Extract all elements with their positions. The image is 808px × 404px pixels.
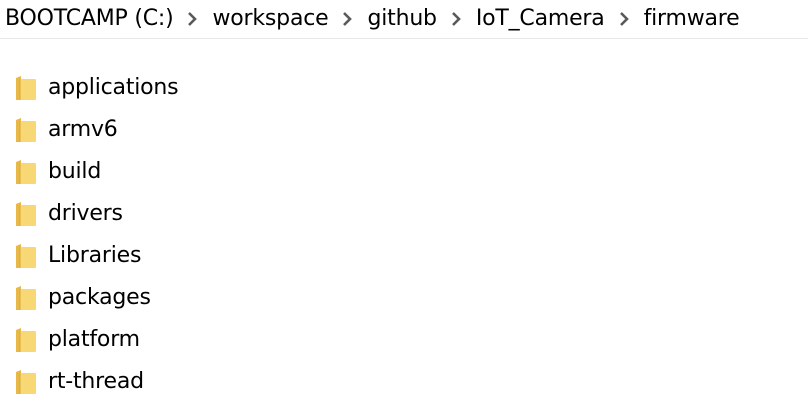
folder-name: Libraries [48, 243, 142, 268]
chevron-right-icon[interactable] [183, 0, 203, 38]
folder-icon [16, 118, 36, 142]
list-item-drivers[interactable]: drivers [0, 193, 808, 235]
list-item-armv6[interactable]: armv6 [0, 109, 808, 151]
chevron-right-icon[interactable] [338, 0, 358, 38]
list-item-platform[interactable]: platform [0, 319, 808, 361]
folder-name: rt-thread [48, 369, 144, 394]
breadcrumb-item-iot-camera[interactable]: IoT_Camera [476, 0, 605, 38]
list-item-packages[interactable]: packages [0, 277, 808, 319]
folder-name: applications [48, 75, 179, 100]
folder-icon [16, 160, 36, 184]
folder-icon [16, 286, 36, 310]
folder-icon [16, 76, 36, 100]
breadcrumb-item-firmware[interactable]: firmware [644, 0, 740, 38]
list-item-build[interactable]: build [0, 151, 808, 193]
folder-name: armv6 [48, 117, 118, 142]
breadcrumb: BOOTCAMP (C:) workspace github IoT_Camer… [0, 0, 808, 38]
folder-list: applications armv6 build drivers Librari… [0, 67, 808, 403]
folder-icon [16, 370, 36, 394]
address-bar-divider [0, 38, 808, 39]
breadcrumb-item-github[interactable]: github [367, 0, 437, 38]
breadcrumb-item-workspace[interactable]: workspace [212, 0, 328, 38]
folder-name: packages [48, 285, 151, 310]
folder-icon [16, 244, 36, 268]
folder-name: platform [48, 327, 140, 352]
chevron-right-icon[interactable] [447, 0, 467, 38]
folder-name: build [48, 159, 102, 184]
breadcrumb-item-drive[interactable]: BOOTCAMP (C:) [5, 0, 174, 38]
list-item-libraries[interactable]: Libraries [0, 235, 808, 277]
folder-icon [16, 202, 36, 226]
chevron-right-icon[interactable] [615, 0, 635, 38]
list-item-rt-thread[interactable]: rt-thread [0, 361, 808, 403]
folder-name: drivers [48, 201, 123, 226]
list-item-applications[interactable]: applications [0, 67, 808, 109]
folder-icon [16, 328, 36, 352]
